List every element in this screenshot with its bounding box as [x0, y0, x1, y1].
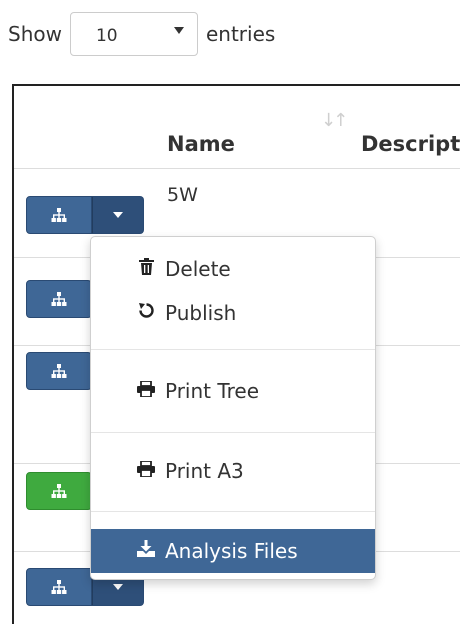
length-control: Show 10 entries — [8, 10, 275, 58]
entries-select[interactable]: 10 — [69, 12, 198, 56]
sitemap-icon — [51, 580, 67, 594]
row-actions-toggle[interactable] — [92, 196, 144, 234]
sitemap-icon — [51, 484, 67, 498]
row-action-group — [26, 280, 92, 318]
menu-item-print-tree[interactable]: Print Tree — [91, 371, 375, 411]
menu-item-delete[interactable]: Delete — [91, 249, 375, 289]
menu-divider — [91, 349, 375, 350]
tree-view-button[interactable] — [26, 280, 92, 318]
trash-icon — [133, 258, 159, 280]
sort-icon[interactable]: ↓↑ — [321, 110, 348, 131]
sitemap-icon — [51, 208, 67, 222]
caret-down-icon — [113, 584, 123, 590]
tree-view-button[interactable] — [26, 352, 92, 390]
entries-select-value: 10 — [95, 26, 118, 46]
menu-item-label: Analysis Files — [165, 539, 298, 563]
row-action-group — [26, 472, 92, 510]
entries-label: entries — [205, 22, 276, 46]
menu-item-print-a3[interactable]: Print A3 — [91, 451, 375, 491]
sitemap-icon — [51, 292, 67, 306]
print-icon — [133, 379, 159, 402]
print-icon — [133, 459, 159, 482]
menu-divider — [91, 432, 375, 433]
menu-item-label: Print A3 — [165, 459, 244, 483]
tree-view-button[interactable] — [26, 568, 92, 606]
row-name: 5W — [167, 184, 198, 206]
table-header: ↓↑ Name Descript — [14, 86, 460, 169]
tree-view-button[interactable] — [26, 196, 92, 234]
sitemap-icon — [51, 364, 67, 378]
menu-item-analysis-files[interactable]: Analysis Files — [91, 529, 375, 573]
menu-item-label: Publish — [165, 301, 237, 325]
tree-view-button[interactable] — [26, 472, 92, 510]
menu-item-label: Delete — [165, 257, 231, 281]
row-actions-dropdown: Delete Publish Print Tree Print A3 Analy… — [90, 236, 376, 580]
show-label: Show — [8, 22, 62, 46]
column-header-description[interactable]: Descript — [361, 132, 460, 156]
column-header-name[interactable]: Name — [167, 132, 235, 156]
download-icon — [133, 540, 159, 562]
menu-item-publish[interactable]: Publish — [91, 293, 375, 333]
row-action-group — [26, 352, 92, 390]
chevron-down-icon — [173, 27, 184, 34]
caret-down-icon — [113, 212, 123, 218]
undo-icon — [133, 302, 159, 324]
menu-divider — [91, 511, 375, 512]
menu-item-label: Print Tree — [165, 379, 260, 403]
row-action-group — [26, 196, 144, 234]
